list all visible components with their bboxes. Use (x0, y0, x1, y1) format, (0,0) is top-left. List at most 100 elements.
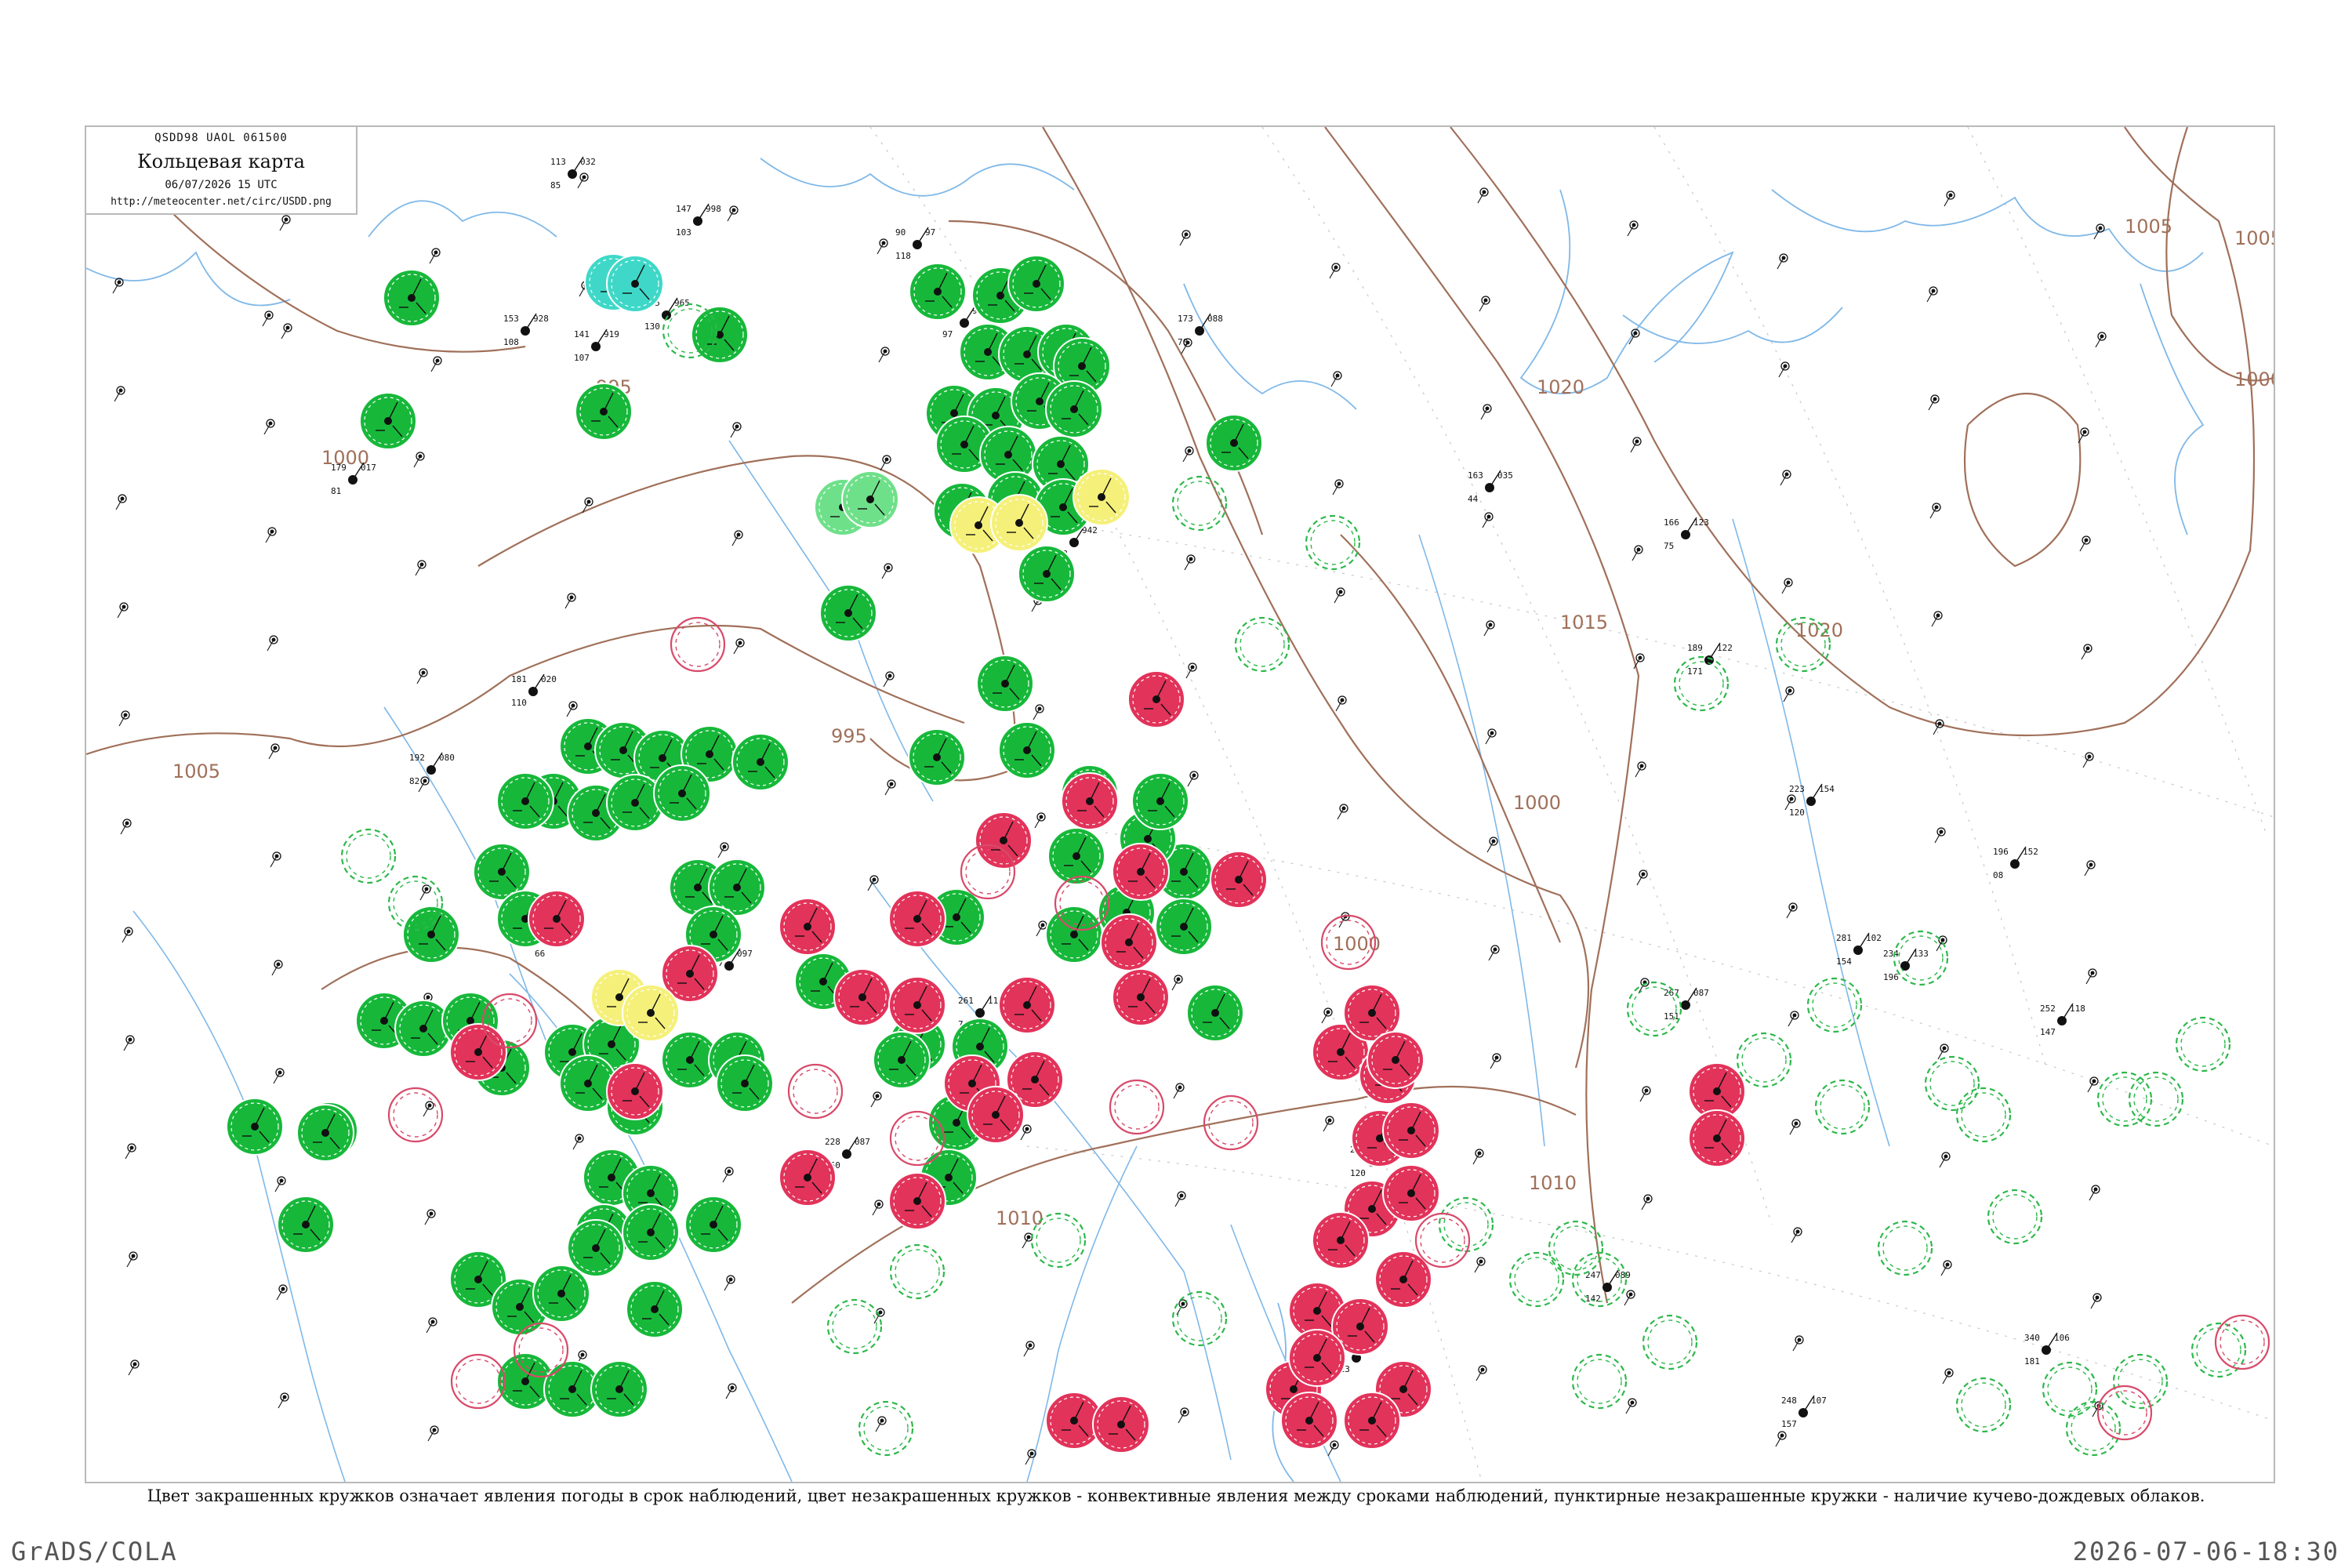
weather-filled-circle (528, 890, 586, 948)
weather-filled-circle (684, 1196, 742, 1254)
station-temp: 261 (958, 996, 974, 1006)
station-symbol (1624, 1290, 1635, 1306)
station-value: 171 (1687, 666, 1703, 677)
station-temp: 141 (574, 329, 590, 339)
weather-filled-circle (888, 890, 946, 948)
station-value: 154 (1836, 956, 1852, 967)
station-symbol (872, 1200, 884, 1216)
station-symbol (424, 1209, 436, 1225)
station-symbol (1791, 1227, 1802, 1243)
map-url[interactable]: http://meteocenter.net/circ/USDD.png (86, 196, 356, 208)
station-symbol (1187, 771, 1199, 787)
legend-note: Цвет закрашенных кружков означает явлени… (147, 1486, 2205, 1505)
station-symbol (1182, 446, 1194, 463)
weather-filled-circle (819, 584, 877, 642)
station-symbol (733, 638, 745, 655)
station-symbol (1636, 869, 1648, 886)
station-plot: 153 928108 (503, 313, 549, 347)
station-value: 82 (409, 776, 419, 786)
cb-cloud-ring (1414, 1212, 1471, 1269)
synoptic-map: 1005102010009951000102010159951005100010… (85, 125, 2275, 1483)
weather-filled-circle (908, 728, 966, 786)
weather-filled-circle (402, 906, 460, 964)
cb-cloud-ring (2112, 1353, 2169, 1410)
cb-cloud-ring (1924, 1055, 1980, 1112)
station-symbol (1472, 1149, 1484, 1165)
cb-cloud-ring (1171, 1290, 1228, 1347)
station-symbol (1635, 761, 1646, 778)
weather-filled-circle (1047, 827, 1105, 885)
cb-cloud-ring (1305, 514, 1361, 571)
station-symbol (276, 1284, 288, 1301)
station-symbol (1788, 1011, 1799, 1027)
station-value: 147 (2040, 1027, 2056, 1037)
station-value: 151 (1664, 1011, 1679, 1022)
weather-filled-circle (731, 733, 789, 791)
station-symbol (1483, 620, 1495, 637)
station-symbol (1025, 1449, 1036, 1465)
station-symbol (263, 419, 275, 435)
station-plot: 163 03544 (1468, 470, 1513, 504)
weather-filled-circle (1280, 1392, 1338, 1450)
cb-cloud-ring (1109, 1079, 1165, 1135)
station-symbol (2084, 860, 2096, 877)
station-symbol (413, 452, 425, 468)
station-plot: 267 087151 (1664, 987, 1709, 1022)
station-symbol (265, 527, 277, 543)
isobar-label: 1000 (1513, 792, 1561, 814)
station-symbol (1630, 437, 1642, 453)
weather-filled-circle (1312, 1211, 1370, 1269)
isobar-label: 1005 (2234, 227, 2274, 249)
station-symbol (125, 1143, 136, 1160)
station-plot: 252 118147 (2040, 1003, 2085, 1037)
weather-filled-circle (277, 1196, 335, 1254)
station-symbol (416, 668, 428, 684)
station-symbol (2085, 968, 2097, 985)
station-symbol (1488, 945, 1500, 961)
station-symbol (122, 927, 133, 943)
weather-filled-circle (1112, 968, 1170, 1026)
cb-cloud-ring (1642, 1314, 1698, 1370)
weather-filled-circle (296, 1104, 354, 1162)
station-symbol (2093, 223, 2105, 240)
station-symbol (1490, 1053, 1501, 1069)
weather-filled-circle (359, 392, 417, 450)
station-symbol (1329, 263, 1341, 279)
station-temp: 252 (2040, 1004, 2056, 1014)
station-temp: 234 (1883, 949, 1899, 959)
station-symbol (1185, 662, 1197, 679)
station-temp: 181 (511, 674, 527, 684)
weather-filled-circle (1127, 670, 1185, 728)
weather-filled-circle (967, 1086, 1025, 1144)
station-symbol (123, 1035, 135, 1051)
station-plot: 234 133196 (1883, 948, 1929, 982)
station-symbol (877, 238, 888, 255)
station-symbol (884, 779, 896, 796)
station-temp: 153 (503, 314, 519, 324)
station-symbol (2081, 644, 2092, 660)
station-symbol (271, 960, 283, 976)
station-symbol (1184, 554, 1196, 571)
weather-filled-circle (1382, 1102, 1440, 1160)
station-symbol (427, 1425, 439, 1442)
weather-filled-circle (496, 772, 554, 830)
weather-filled-circle (606, 255, 664, 313)
station-symbol (2078, 427, 2089, 444)
station-symbol (1778, 361, 1790, 378)
cb-cloud-ring (2128, 1071, 2184, 1127)
station-symbol (870, 1091, 882, 1108)
station-symbol (115, 494, 127, 510)
isobar-label: 1000 (2234, 368, 2274, 390)
station-symbol (262, 310, 274, 327)
weather-filled-circle (575, 383, 633, 441)
cb-cloud-ring (1987, 1189, 2043, 1245)
cb-cloud-ring (340, 828, 397, 884)
station-value: 108 (503, 337, 519, 347)
station-symbol (1934, 827, 1946, 844)
station-symbol (1327, 1440, 1339, 1457)
station-symbol (1933, 719, 1944, 735)
station-symbol (873, 1308, 885, 1324)
isobar-label: 1005 (172, 760, 220, 782)
station-symbol (274, 1176, 286, 1192)
footer-software: GrADS/COLA (11, 1537, 178, 1566)
